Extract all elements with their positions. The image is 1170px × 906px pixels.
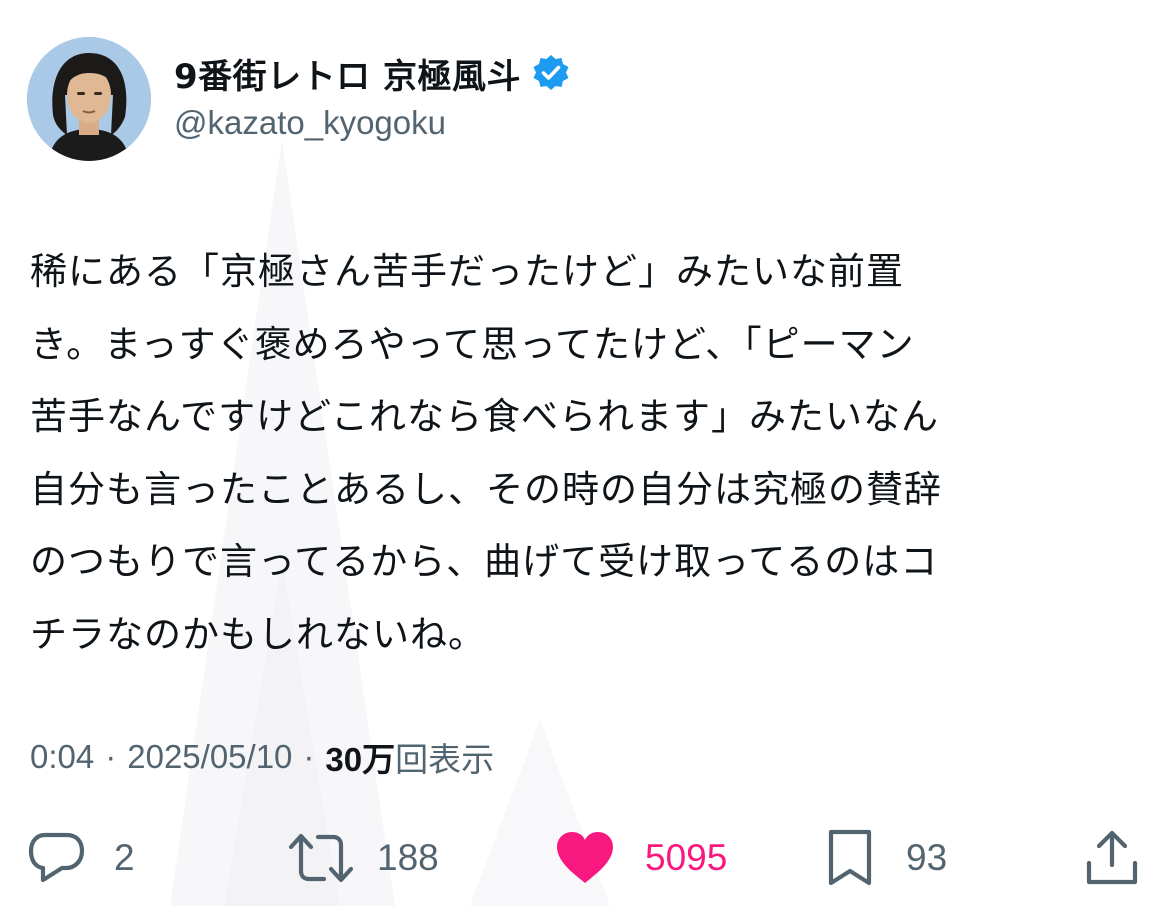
reply-count: 2 — [114, 837, 135, 878]
share-button[interactable] — [1084, 826, 1140, 890]
tweet-text-line: チラなのかもしれないね。 — [30, 612, 486, 656]
tweet-text-line: 稀にある「京極さん苦手だったけど」みたいな前置 — [30, 250, 904, 293]
bookmark-count: 93 — [906, 837, 948, 878]
repost-button[interactable]: 188 — [287, 826, 439, 890]
display-name[interactable]: 9番街レトロ 京極風斗 — [174, 49, 521, 98]
reply-button[interactable]: 2 — [28, 826, 135, 890]
bookmark-button[interactable]: 93 — [826, 826, 947, 890]
user-handle[interactable]: @kazato_kyogoku — [174, 104, 446, 142]
tweet-text-line: 自分も言ったことあるし、その時の自分は究極の賛辞 — [30, 467, 942, 511]
heart-icon — [555, 830, 615, 886]
meta-separator: · — [303, 738, 315, 775]
verified-badge-icon — [531, 53, 571, 93]
repost-icon — [287, 829, 355, 887]
author-name-row: 9番街レトロ 京極風斗 — [174, 49, 571, 98]
meta-separator: · — [105, 738, 117, 775]
tweet-meta: 0:04 · 2025/05/10 · 30万 回表示 — [30, 734, 494, 780]
tweet-text-line: のつもりで言ってるから、曲げて受け取ってるのはコ — [30, 540, 939, 583]
reply-icon — [28, 829, 86, 887]
tweet-date[interactable]: 2025/05/10 — [127, 738, 292, 776]
views-label: 回表示 — [395, 741, 495, 778]
tweet-text-line: き。まっすぐ褒めろやって思ってたけど、「ピーマン — [30, 322, 915, 366]
like-count: 5095 — [645, 837, 728, 878]
avatar[interactable] — [27, 37, 151, 161]
repost-count: 188 — [377, 837, 439, 878]
share-icon — [1084, 829, 1140, 887]
views-count: 30万 — [325, 741, 396, 778]
like-button[interactable]: 5095 — [555, 826, 727, 890]
tweet-text: 稀にある「京極さん苦手だったけど」みたいな前置 き。まっすぐ褒めろやって思ってた… — [30, 236, 1140, 671]
tweet-time[interactable]: 0:04 — [30, 738, 94, 776]
bookmark-icon — [826, 828, 874, 888]
tweet-text-line: 苦手なんですけどこれなら食べられます」みたいなん — [30, 395, 940, 438]
